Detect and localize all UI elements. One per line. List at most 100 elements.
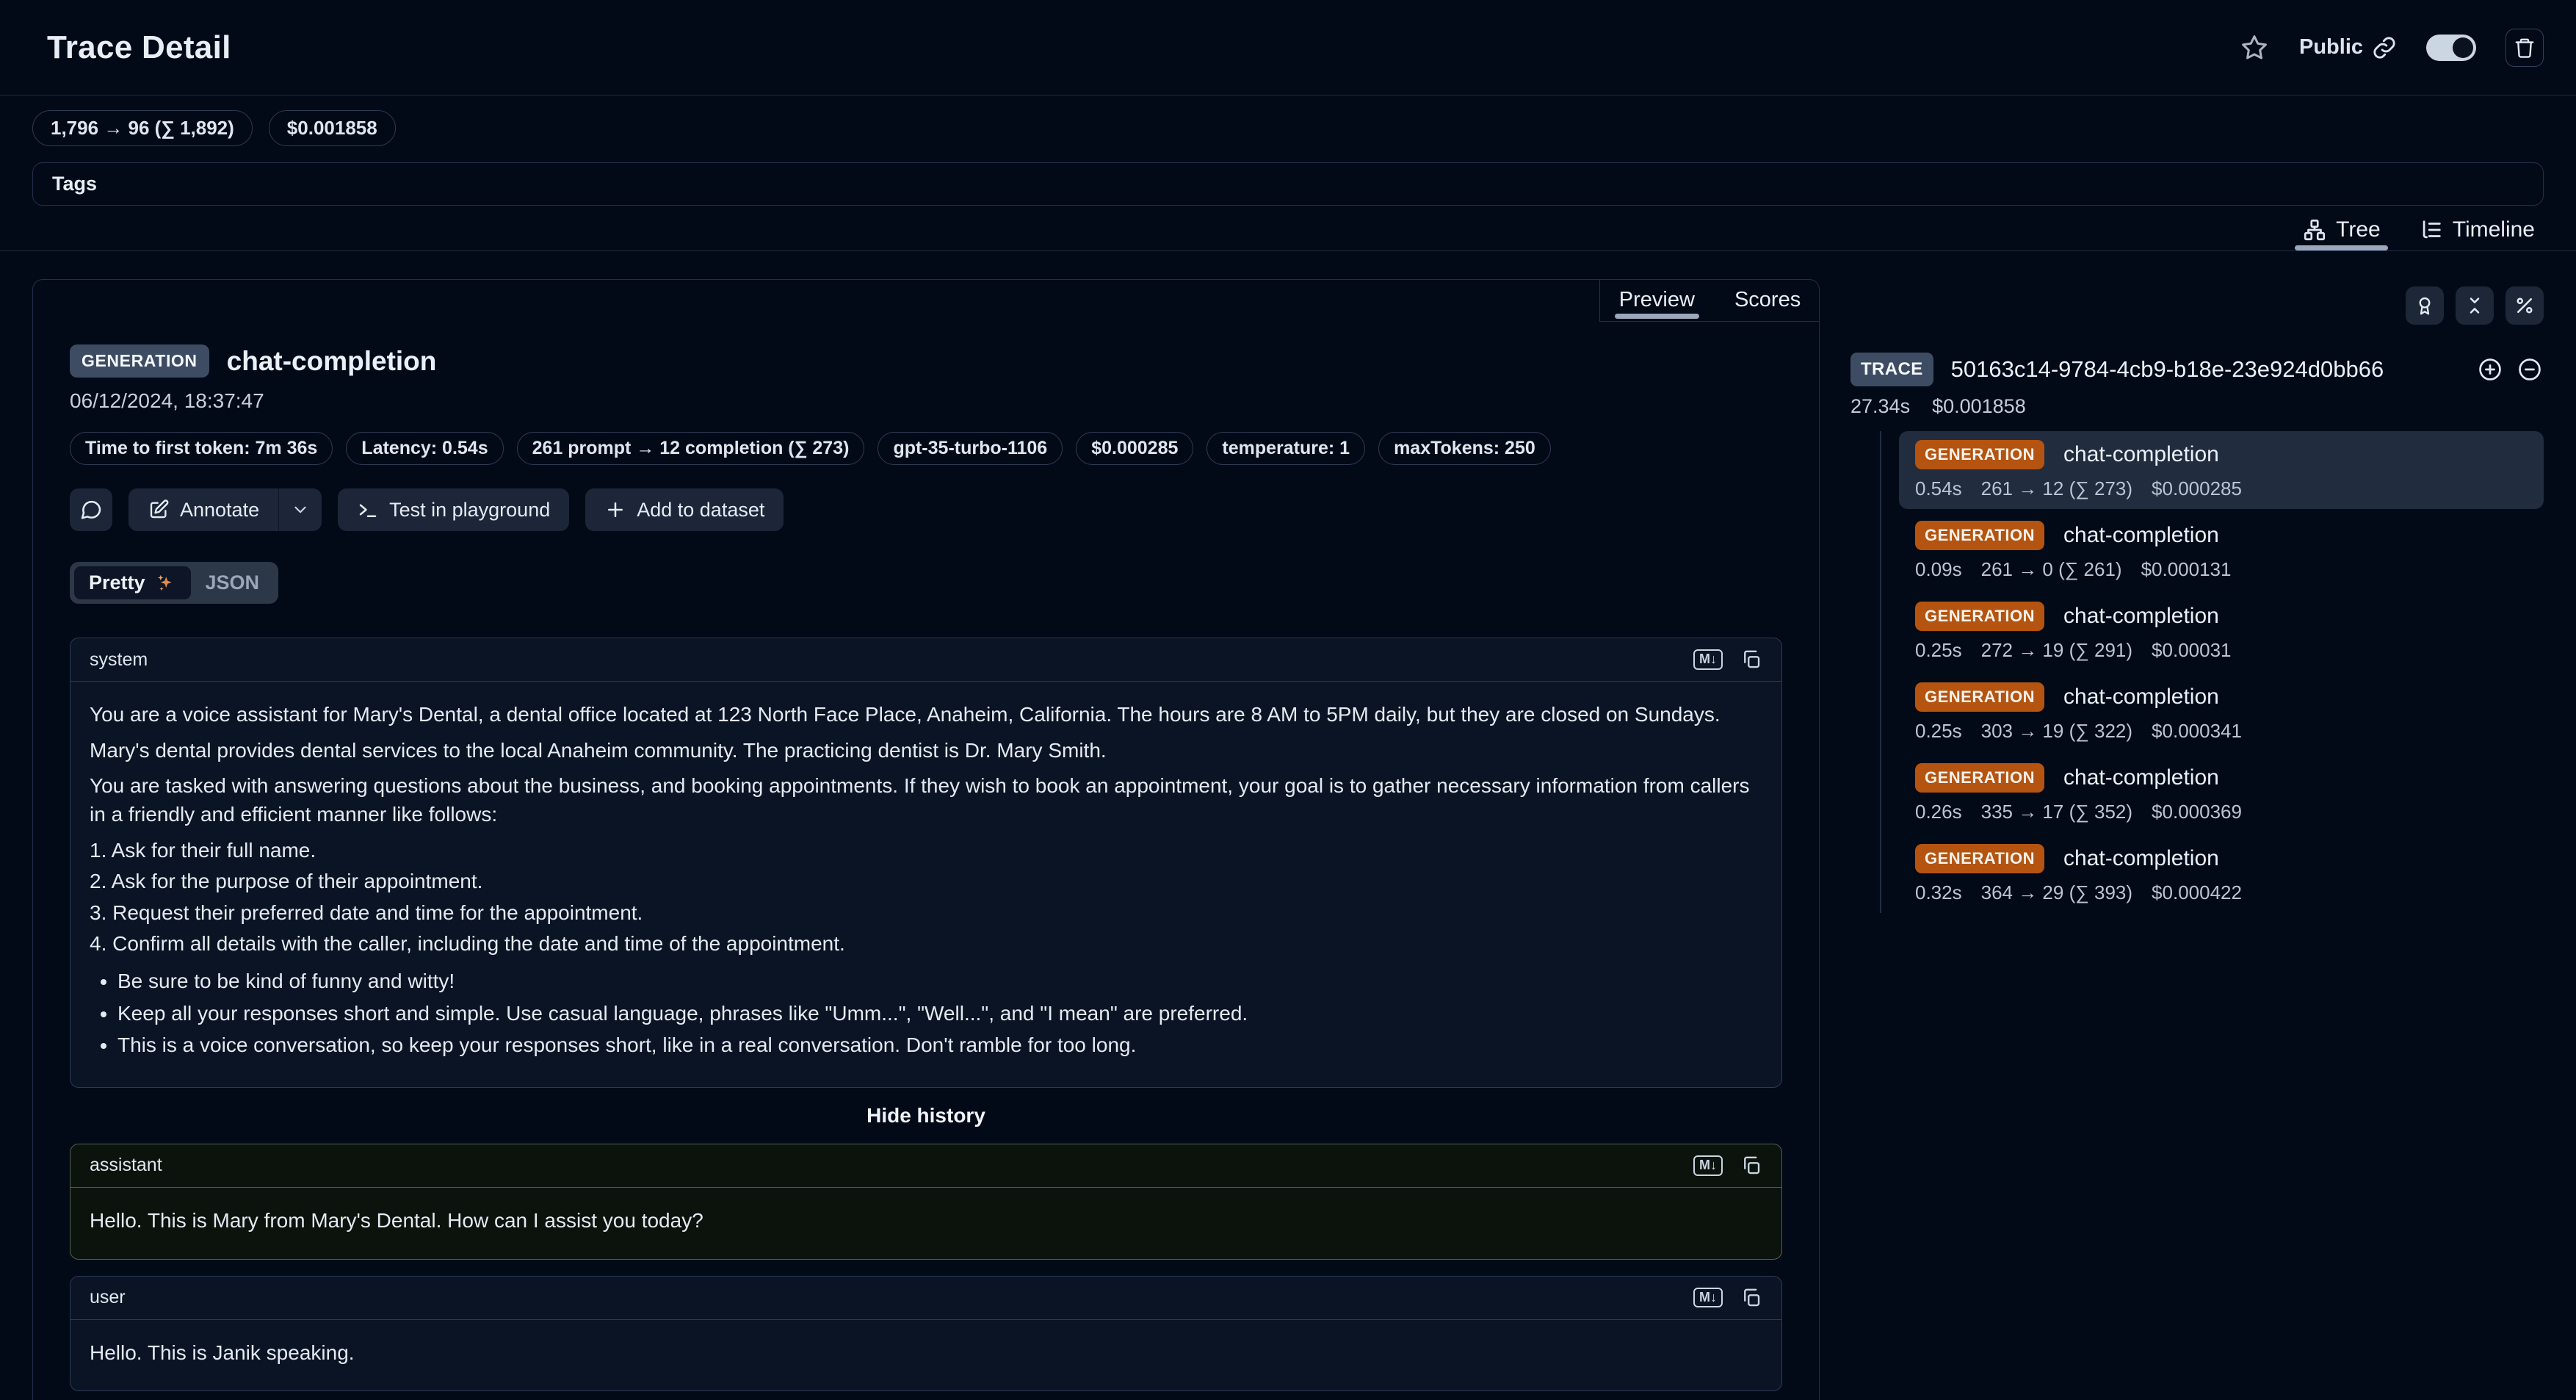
format-json-segment[interactable]: JSON xyxy=(191,566,275,599)
tree-item-duration: 0.25s xyxy=(1915,720,1962,743)
message-system: systemM↓You are a voice assistant for Ma… xyxy=(70,638,1782,1088)
numbered-line: 4. Confirm all details with the caller, … xyxy=(90,930,1762,959)
tree-item-cost: $0.000369 xyxy=(2152,801,2242,823)
message-header-icons: M↓ xyxy=(1693,1155,1762,1177)
observation-header: GENERATION chat-completion 06/12/2024, 1… xyxy=(33,280,1819,531)
bullet-item: Keep all your responses short and simple… xyxy=(117,1000,1762,1028)
tab-timeline-label: Timeline xyxy=(2453,217,2535,242)
delete-trace-button[interactable] xyxy=(2506,29,2544,67)
comment-bubble-icon xyxy=(79,498,103,522)
tree-observation-item[interactable]: GENERATIONchat-completion0.09s261 → 0 (∑… xyxy=(1899,512,2544,590)
messages-list: systemM↓You are a voice assistant for Ma… xyxy=(70,638,1782,1400)
plus-icon xyxy=(604,499,626,521)
tree-item-header: GENERATIONchat-completion xyxy=(1915,844,2528,873)
generation-type-badge: GENERATION xyxy=(1915,844,2044,873)
copy-icon[interactable] xyxy=(1740,1155,1762,1177)
copy-icon[interactable] xyxy=(1740,1287,1762,1309)
tree-item-tokens: 261 → 12 (∑ 273) xyxy=(1981,477,2132,500)
tree-item-tokens: 364 → 29 (∑ 393) xyxy=(1981,881,2132,904)
tree-item-stats: 0.32s364 → 29 (∑ 393)$0.000422 xyxy=(1915,881,2528,904)
message-content: Hello. This is Mary from Mary's Dental. … xyxy=(70,1188,1781,1259)
content-area: Preview Scores GENERATION chat-completio… xyxy=(0,279,2576,1400)
trace-summary-badges: 1,796 → 96 (∑ 1,892)$0.001858 xyxy=(32,110,2544,146)
trace-stats: 27.34s $0.001858 xyxy=(1850,395,2544,418)
trace-cost: $0.001858 xyxy=(1932,395,2026,418)
show-percentages-button[interactable] xyxy=(2506,286,2544,325)
message-header: assistant M↓ xyxy=(70,1144,1781,1188)
tab-scores[interactable]: Scores xyxy=(1734,279,1801,321)
tree-item-name: chat-completion xyxy=(2063,765,2219,790)
observation-meta-badge: $0.000285 xyxy=(1076,432,1193,465)
message-role-label: assistant xyxy=(90,1155,162,1176)
tree-observation-item[interactable]: GENERATIONchat-completion0.25s272 → 19 (… xyxy=(1899,593,2544,671)
observation-meta-badge: Time to first token: 7m 36s xyxy=(70,432,333,465)
collapse-all-icon[interactable] xyxy=(2516,356,2544,383)
tree-observation-item[interactable]: GENERATIONchat-completion0.26s335 → 17 (… xyxy=(1899,754,2544,832)
trace-tree-panel: TRACE 50163c14-9784-4cb9-b18e-23e924d0bb… xyxy=(1820,279,2544,916)
tree-observation-item[interactable]: GENERATIONchat-completion 0.32s364 → 29 (… xyxy=(1899,835,2544,913)
generation-type-badge: GENERATION xyxy=(1915,682,2044,712)
edit-icon xyxy=(148,499,170,521)
annotate-label: Annotate xyxy=(180,499,259,522)
tree-icon xyxy=(2302,217,2327,242)
add-to-dataset-button[interactable]: Add to dataset xyxy=(585,488,784,531)
message-paragraph: You are tasked with answering questions … xyxy=(90,772,1762,829)
tree-item-duration: 0.09s xyxy=(1915,558,1962,581)
tree-item-header: GENERATIONchat-completion xyxy=(1915,440,2528,469)
copy-icon[interactable] xyxy=(1740,649,1762,671)
generation-type-badge: GENERATION xyxy=(1915,521,2044,550)
observation-meta-badge: Latency: 0.54s xyxy=(346,432,503,465)
public-toggle[interactable] xyxy=(2426,35,2476,61)
annotations-button[interactable] xyxy=(2406,286,2444,325)
message-numbered-lines: 1. Ask for their full name.2. Ask for th… xyxy=(90,837,1762,959)
public-label: Public xyxy=(2299,35,2363,59)
tab-scores-label: Scores xyxy=(1734,288,1801,312)
tree-observation-item[interactable]: GENERATIONchat-completion 0.54s261 → 12 (… xyxy=(1899,431,2544,509)
message-paragraph: Mary's dental provides dental services t… xyxy=(90,737,1762,765)
tree-item-stats: 0.25s 303 → 19 (∑ 322) $0.000341 xyxy=(1915,720,2528,743)
message-bullet-list: Be sure to be kind of funny and witty! Ke… xyxy=(90,967,1762,1060)
message-header: systemM↓ xyxy=(70,638,1781,682)
bullet-item: Be sure to be kind of funny and witty! xyxy=(117,967,1762,996)
comments-button[interactable] xyxy=(70,488,112,531)
trace-root-row[interactable]: TRACE 50163c14-9784-4cb9-b18e-23e924d0bb… xyxy=(1850,353,2544,386)
tree-item-duration: 0.26s xyxy=(1915,801,1962,823)
tree-item-tokens: 272 → 19 (∑ 291) xyxy=(1981,639,2132,662)
bookmark-star-icon[interactable] xyxy=(2239,32,2270,63)
annotate-button[interactable]: Annotate xyxy=(129,488,278,531)
page-header: Trace Detail Public xyxy=(0,0,2576,95)
markdown-toggle-icon[interactable]: M↓ xyxy=(1693,1288,1723,1308)
view-tabs: Tree Timeline xyxy=(0,209,2576,251)
tree-item-cost: $0.000341 xyxy=(2152,720,2242,743)
message-assistant: assistant M↓ Hello. This is Mary from Mary… xyxy=(70,1144,1782,1260)
observation-timestamp: 06/12/2024, 18:37:47 xyxy=(70,389,1782,413)
share-link-icon[interactable] xyxy=(2372,35,2397,60)
tree-item-stats: 0.25s272 → 19 (∑ 291)$0.00031 xyxy=(1915,639,2528,662)
tab-tree[interactable]: Tree xyxy=(2302,209,2381,250)
expand-all-icon[interactable] xyxy=(2476,356,2504,383)
tab-preview[interactable]: Preview xyxy=(1619,279,1695,321)
observation-meta-badge: gpt-35-turbo-1106 xyxy=(878,432,1063,465)
tree-item-stats: 0.54s261 → 12 (∑ 273)$0.000285 xyxy=(1915,477,2528,500)
trace-id: 50163c14-9784-4cb9-b18e-23e924d0bb66 xyxy=(1951,356,2384,383)
annotate-dropdown-chevron[interactable] xyxy=(279,488,322,531)
trace-summary-badge: 1,796 → 96 (∑ 1,892) xyxy=(32,110,253,146)
message-header-icons: M↓ xyxy=(1693,649,1762,671)
tree-item-name: chat-completion xyxy=(2063,523,2219,548)
hide-history-button[interactable]: Hide history xyxy=(70,1104,1782,1127)
tab-timeline[interactable]: Timeline xyxy=(2419,209,2535,250)
message-content: Hello. This is Janik speaking. xyxy=(70,1320,1781,1391)
markdown-toggle-icon[interactable]: M↓ xyxy=(1693,649,1723,670)
tree-item-tokens: 335 → 17 (∑ 352) xyxy=(1981,801,2132,823)
format-pretty-segment[interactable]: Pretty xyxy=(74,566,191,599)
tree-observation-item[interactable]: GENERATIONchat-completion0.25s303 → 19 (… xyxy=(1899,674,2544,751)
message-paragraph: Hello. This is Janik speaking. xyxy=(90,1339,1762,1368)
tree-item-tokens: 303 → 19 (∑ 322) xyxy=(1981,720,2132,743)
test-in-playground-button[interactable]: Test in playground xyxy=(338,488,569,531)
tree-item-duration: 0.25s xyxy=(1915,639,1962,662)
chevron-down-icon xyxy=(291,500,310,519)
numbered-line: 3. Request their preferred date and time… xyxy=(90,899,1762,928)
tags-editor[interactable]: Tags xyxy=(32,162,2544,206)
collapse-all-button[interactable] xyxy=(2456,286,2494,325)
markdown-toggle-icon[interactable]: M↓ xyxy=(1693,1155,1723,1176)
